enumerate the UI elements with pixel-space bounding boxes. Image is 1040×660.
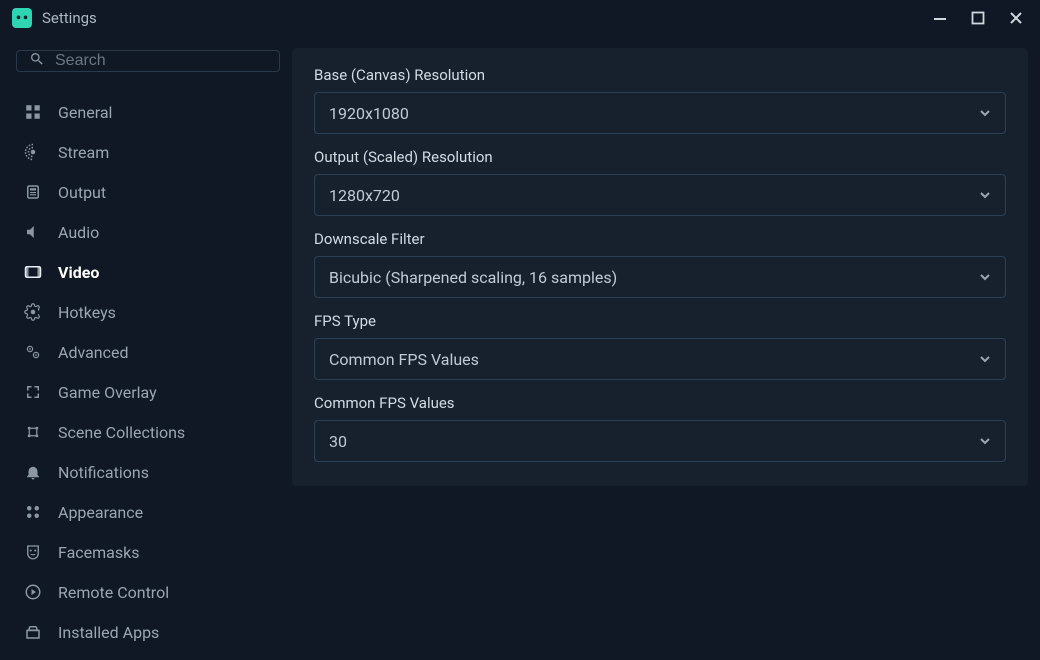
downscale-filter-label: Downscale Filter (314, 230, 1006, 248)
base-resolution-label: Base (Canvas) Resolution (314, 66, 1006, 84)
sidebar-item-general[interactable]: General (16, 92, 280, 132)
audio-icon (22, 221, 44, 243)
app-icon (12, 8, 32, 28)
downscale-filter-select[interactable]: Bicubic (Sharpened scaling, 16 samples) (314, 256, 1006, 298)
chevron-down-icon (979, 350, 991, 369)
sidebar-item-remote-control[interactable]: Remote Control (16, 572, 280, 612)
sidebar-item-label: Game Overlay (58, 383, 157, 402)
stream-icon (22, 141, 44, 163)
general-icon (22, 101, 44, 123)
common-fps-value: 30 (329, 432, 347, 451)
output-resolution-select[interactable]: 1280x720 (314, 174, 1006, 216)
sidebar-item-label: Installed Apps (58, 623, 159, 642)
chevron-down-icon (979, 432, 991, 451)
sidebar: General Stream Output Audio Video Hotkeys Adva… (0, 36, 292, 660)
output-resolution-label: Output (Scaled) Resolution (314, 148, 1006, 166)
common-fps-label: Common FPS Values (314, 394, 1006, 412)
chevron-down-icon (979, 268, 991, 287)
sidebar-item-label: Stream (58, 143, 109, 162)
facemasks-icon (22, 541, 44, 563)
search-input[interactable] (55, 52, 267, 70)
output-resolution-value: 1280x720 (329, 186, 400, 205)
base-resolution-select[interactable]: 1920x1080 (314, 92, 1006, 134)
chevron-down-icon (979, 186, 991, 205)
settings-panel: Base (Canvas) Resolution 1920x1080 Outpu… (292, 48, 1028, 486)
window-controls (930, 8, 1030, 28)
sidebar-item-label: Notifications (58, 463, 149, 482)
scene-collections-icon (22, 421, 44, 443)
chevron-down-icon (979, 104, 991, 123)
hotkeys-icon (22, 301, 44, 323)
fps-type-value: Common FPS Values (329, 350, 479, 369)
output-icon (22, 181, 44, 203)
minimize-button[interactable] (930, 8, 950, 28)
base-resolution-value: 1920x1080 (329, 104, 409, 123)
window-title: Settings (42, 9, 920, 27)
remote-control-icon (22, 581, 44, 603)
sidebar-item-hotkeys[interactable]: Hotkeys (16, 292, 280, 332)
sidebar-nav: General Stream Output Audio Video Hotkeys Adva… (16, 92, 280, 652)
sidebar-item-video[interactable]: Video (16, 252, 280, 292)
sidebar-item-label: Video (58, 263, 99, 282)
sidebar-item-label: Scene Collections (58, 423, 185, 442)
appearance-icon (22, 501, 44, 523)
sidebar-item-scene-collections[interactable]: Scene Collections (16, 412, 280, 452)
sidebar-item-label: Remote Control (58, 583, 169, 602)
titlebar: Settings (0, 0, 1040, 36)
common-fps-select[interactable]: 30 (314, 420, 1006, 462)
fps-type-select[interactable]: Common FPS Values (314, 338, 1006, 380)
sidebar-item-output[interactable]: Output (16, 172, 280, 212)
game-overlay-icon (22, 381, 44, 403)
close-button[interactable] (1006, 8, 1026, 28)
sidebar-item-label: Advanced (58, 343, 129, 362)
sidebar-item-label: Audio (58, 223, 99, 242)
sidebar-item-label: Output (58, 183, 106, 202)
sidebar-item-installed-apps[interactable]: Installed Apps (16, 612, 280, 652)
sidebar-item-audio[interactable]: Audio (16, 212, 280, 252)
advanced-icon (22, 341, 44, 363)
sidebar-item-label: General (58, 103, 112, 122)
sidebar-item-notifications[interactable]: Notifications (16, 452, 280, 492)
sidebar-item-label: Facemasks (58, 543, 140, 562)
search-icon (29, 51, 45, 71)
installed-apps-icon (22, 621, 44, 643)
sidebar-item-appearance[interactable]: Appearance (16, 492, 280, 532)
sidebar-item-advanced[interactable]: Advanced (16, 332, 280, 372)
video-icon (22, 261, 44, 283)
downscale-filter-value: Bicubic (Sharpened scaling, 16 samples) (329, 268, 617, 287)
fps-type-label: FPS Type (314, 312, 1006, 330)
sidebar-item-game-overlay[interactable]: Game Overlay (16, 372, 280, 412)
notifications-icon (22, 461, 44, 483)
sidebar-item-label: Hotkeys (58, 303, 116, 322)
maximize-button[interactable] (968, 8, 988, 28)
sidebar-item-facemasks[interactable]: Facemasks (16, 532, 280, 572)
sidebar-item-label: Appearance (58, 503, 143, 522)
search-box[interactable] (16, 50, 280, 72)
sidebar-item-stream[interactable]: Stream (16, 132, 280, 172)
